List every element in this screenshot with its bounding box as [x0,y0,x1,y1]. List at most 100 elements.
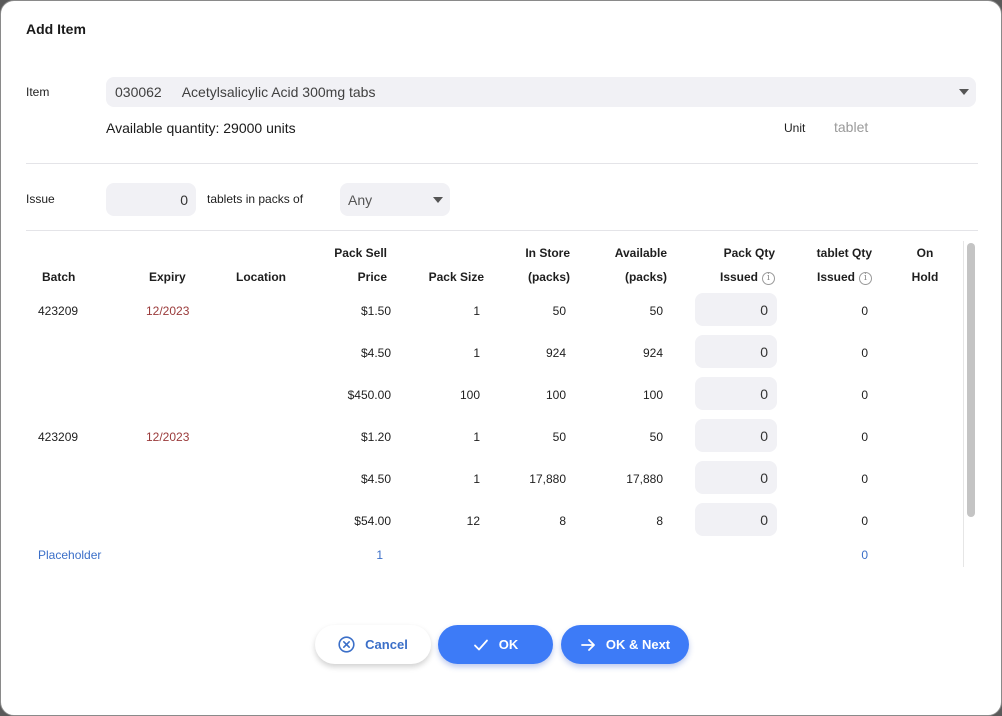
pack-size-cell: 12 [466,514,480,528]
cancel-button[interactable]: Cancel [315,625,431,664]
price-cell: $4.50 [360,346,391,360]
table-row[interactable]: $4.50 1 17,880 17,880 0 [26,459,956,501]
header-unit-qty-issued: tablet Qty Issued i [786,241,872,289]
price-cell: $54.00 [354,514,391,528]
item-code: 030062 [115,84,162,100]
available-quantity: Available quantity: 29000 units [106,120,296,136]
header-text: tablet Qty [816,246,872,260]
available-cell: 17,880 [626,472,663,486]
placeholder-unit-qty: 0 [861,548,868,562]
expiry-cell: 12/2023 [146,430,190,444]
unit-qty-cell: 0 [861,430,868,444]
pack-size-select[interactable]: Any [340,183,450,216]
pack-qty-input[interactable] [695,503,777,536]
table-row-placeholder[interactable]: Placeholder 1 0 [26,543,956,567]
available-cell: 50 [649,304,663,318]
ok-label: OK [498,637,519,652]
batch-table: Batch Expiry Location Pack Sell Price Pa… [26,233,978,567]
table-row[interactable]: 423209 12/2023 $1.20 1 50 50 0 [26,417,956,459]
header-text: On [916,246,934,260]
info-icon[interactable]: i [762,272,775,285]
available-cell: 8 [656,514,663,528]
pack-qty-input[interactable] [695,461,777,494]
pack-qty-input[interactable] [695,293,777,326]
dialog-title: Add Item [26,21,86,37]
pack-size-cell: 1 [473,346,480,360]
header-text: (packs) [624,270,667,284]
in-store-cell: 8 [559,514,566,528]
unit-qty-cell: 0 [861,304,868,318]
unit-qty-cell: 0 [861,472,868,486]
expiry-cell: 12/2023 [146,304,190,318]
header-location: Location [236,270,286,284]
table-row[interactable]: $54.00 12 8 8 0 [26,501,956,543]
scroll-track [963,241,964,567]
header-batch: Batch [42,270,76,284]
available-cell: 924 [642,346,663,360]
unit-value: tablet [834,119,869,135]
header-text: Pack Qty [723,246,775,260]
ok-button[interactable]: OK [438,625,553,664]
arrow-right-icon [580,638,595,651]
placeholder-pack-size: 1 [376,548,383,562]
pack-size-cell: 1 [473,304,480,318]
packs-of-text: tablets in packs of [207,192,304,206]
price-cell: $450.00 [347,388,391,402]
placeholder-batch: Placeholder [38,548,102,562]
batch-cell: 423209 [38,430,79,444]
header-available: Available (packs) [596,241,667,289]
pack-size-cell: 1 [473,472,480,486]
batch-cell: 423209 [38,304,79,318]
ok-and-next-button[interactable]: OK & Next [561,625,689,664]
scrollbar[interactable] [967,243,975,517]
table-row[interactable]: 423209 12/2023 $1.50 1 50 50 0 [26,291,956,333]
header-text: Issued [816,270,855,284]
available-cell: 50 [649,430,663,444]
price-cell: $4.50 [360,472,391,486]
unit-label: Unit [784,121,806,135]
header-expiry: Expiry [149,270,186,284]
pack-qty-input[interactable] [695,335,777,368]
x-circle-icon [338,636,355,653]
issue-label: Issue [26,192,55,206]
item-label: Item [26,85,50,99]
header-pack-sell-price: Pack Sell Price [316,241,387,289]
divider [26,163,978,164]
item-name: Acetylsalicylic Acid 300mg tabs [181,84,376,100]
header-text: Price [357,270,387,284]
pack-qty-input[interactable] [695,419,777,452]
info-icon[interactable]: i [859,272,872,285]
in-store-cell: 924 [545,346,566,360]
issue-quantity-input[interactable] [106,183,196,216]
pack-size-cell: 1 [473,430,480,444]
in-store-cell: 17,880 [529,472,566,486]
header-in-store: In Store (packs) [506,241,570,289]
pack-size-value: Any [348,191,373,208]
caret-down-icon [433,197,443,203]
unit-qty-cell: 0 [861,514,868,528]
in-store-cell: 50 [552,304,566,318]
header-text: Pack Sell [334,246,387,260]
in-store-cell: 50 [552,430,566,444]
price-cell: $1.50 [360,304,391,318]
header-on-hold: On Hold [898,241,952,289]
table-row[interactable]: $4.50 1 924 924 0 [26,333,956,375]
item-select[interactable]: 030062 Acetylsalicylic Acid 300mg tabs [106,77,976,107]
pack-qty-input[interactable] [695,377,777,410]
in-store-cell: 100 [545,388,566,402]
divider [26,230,978,231]
ok-next-label: OK & Next [605,637,671,652]
price-cell: $1.20 [360,430,391,444]
available-cell: 100 [642,388,663,402]
add-item-dialog: Add Item Item 030062 Acetylsalicylic Aci… [0,0,1002,716]
pack-size-cell: 100 [459,388,480,402]
header-text: (packs) [527,270,570,284]
check-icon [473,639,488,650]
unit-qty-cell: 0 [861,388,868,402]
unit-qty-cell: 0 [861,346,868,360]
caret-down-icon [959,89,969,95]
header-pack-qty-issued: Pack Qty Issued i [686,241,775,289]
table-row[interactable]: $450.00 100 100 100 0 [26,375,956,417]
header-text: Issued [719,270,758,284]
header-pack-size: Pack Size [428,270,484,284]
